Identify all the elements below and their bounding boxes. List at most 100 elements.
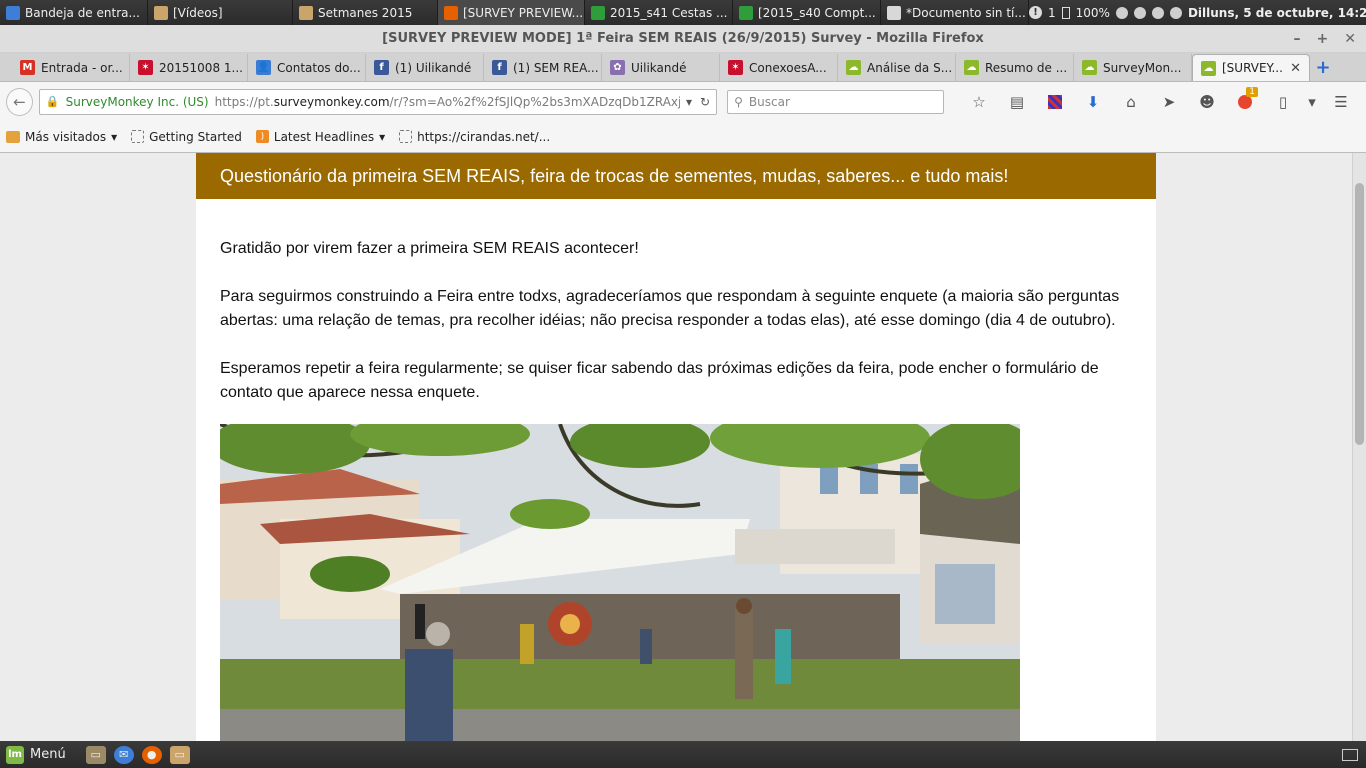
tab-strip: M Entrada - or... ✶ 20151008 1... 👤 Contatos … bbox=[0, 53, 1366, 82]
extension-grid-icon[interactable] bbox=[1036, 89, 1074, 115]
bookmark-label: Latest Headlines bbox=[273, 129, 375, 144]
browser-tab[interactable]: f (1) Uilikandé bbox=[366, 54, 484, 81]
addon-icon[interactable]: 1 bbox=[1226, 86, 1264, 115]
clipboard-icon[interactable]: ▯ bbox=[1264, 89, 1302, 115]
search-placeholder: Buscar bbox=[748, 94, 790, 109]
os-task-button[interactable]: Setmanes 2015 bbox=[293, 0, 438, 25]
tab-label: Resumo de ... bbox=[985, 60, 1068, 75]
bookmark-item[interactable]: ) Latest Headlines ▾ bbox=[255, 129, 385, 144]
home-icon[interactable]: ⌂ bbox=[1112, 89, 1150, 115]
browser-tab[interactable]: ☁ Análise da S... bbox=[838, 54, 956, 81]
update-manager-icon[interactable] bbox=[1151, 6, 1164, 19]
volume-icon[interactable] bbox=[1133, 6, 1146, 19]
surveymonkey-icon: ☁ bbox=[1082, 60, 1097, 75]
folder-icon bbox=[6, 130, 20, 143]
thunderbird-icon bbox=[6, 5, 20, 20]
bookmark-item[interactable]: Getting Started bbox=[131, 130, 242, 144]
survey-header: Questionário da primeira SEM REAIS, feir… bbox=[196, 153, 1156, 199]
file-manager-launcher-icon[interactable]: ▭ bbox=[169, 745, 190, 764]
linux-mint-icon: lm bbox=[6, 745, 24, 764]
browser-tab[interactable]: 👤 Contatos do... bbox=[248, 54, 366, 81]
os-task-button[interactable]: [2015_s40 Compt... bbox=[733, 0, 881, 25]
survey-intro: Gratidão por virem fazer a primeira SEM … bbox=[196, 199, 1156, 405]
show-desktop-launcher-icon[interactable]: ▭ bbox=[85, 745, 106, 764]
bookmarks-toolbar: Más visitados ▾ Getting Started ) Latest Hea… bbox=[0, 121, 1366, 153]
padlock-icon[interactable]: 🔒 bbox=[46, 95, 60, 108]
facebook-icon: f bbox=[492, 60, 507, 75]
browser-tab[interactable]: ☁ SurveyMon... bbox=[1074, 54, 1192, 81]
browser-tab[interactable]: f (1) SEM REA... bbox=[484, 54, 602, 81]
reading-list-icon[interactable]: ▤ bbox=[998, 89, 1036, 115]
notification-icon[interactable]: ! bbox=[1029, 6, 1042, 19]
url-text[interactable]: https://pt.surveymonkey.com/r/?sm=Ao%2f%… bbox=[215, 95, 680, 109]
wifi-icon[interactable] bbox=[1115, 6, 1128, 19]
menu-dropdown-icon[interactable]: ▾ bbox=[1302, 89, 1322, 115]
os-task-button[interactable]: 2015_s41 Cestas ... bbox=[585, 0, 733, 25]
shield-icon[interactable] bbox=[1169, 6, 1182, 19]
os-task-button[interactable]: [SURVEY PREVIEW... bbox=[438, 0, 585, 25]
notification-count: 1 bbox=[1048, 5, 1056, 20]
navigation-toolbar: ← 🔒 SurveyMonkey Inc. (US) https://pt.su… bbox=[0, 82, 1366, 121]
clock[interactable]: Dilluns, 5 de octubre, 14:28 bbox=[1188, 6, 1366, 20]
surveymonkey-icon: ☁ bbox=[964, 60, 979, 75]
scrollbar-thumb[interactable] bbox=[1355, 183, 1364, 445]
tab-label: (1) Uilikandé bbox=[395, 60, 472, 75]
intro-paragraph: Gratidão por virem fazer a primeira SEM … bbox=[220, 240, 639, 257]
os-task-list: Bandeja de entra... [Vídeos] Setmanes 2015… bbox=[0, 0, 1029, 25]
browser-tab[interactable]: ✶ 20151008 1... bbox=[130, 54, 248, 81]
close-tab-icon[interactable]: ✕ bbox=[1290, 61, 1301, 76]
surveymonkey-icon: ☁ bbox=[846, 60, 861, 75]
send-icon[interactable]: ➤ bbox=[1150, 89, 1188, 115]
window-title: [SURVEY PREVIEW MODE] 1ª Feira SEM REAIS… bbox=[382, 31, 984, 46]
browser-tab[interactable]: ✿ Uilikandé bbox=[602, 54, 720, 81]
folder-icon bbox=[154, 5, 168, 20]
bookmark-item[interactable]: https://cirandas.net/... bbox=[399, 130, 550, 144]
os-task-button[interactable]: [Vídeos] bbox=[148, 0, 293, 25]
os-top-taskbar: Bandeja de entra... [Vídeos] Setmanes 2015… bbox=[0, 0, 1366, 25]
fair-photo bbox=[220, 424, 1020, 741]
site-identity[interactable]: SurveyMonkey Inc. (US) bbox=[66, 95, 209, 109]
gmail-icon: M bbox=[20, 60, 35, 75]
browser-tab[interactable]: ✶ ConexoesA... bbox=[720, 54, 838, 81]
battery-icon[interactable] bbox=[1061, 6, 1070, 19]
system-tray: ! 1 100% Dilluns, 5 de octubre, 14:28 bbox=[1029, 6, 1366, 20]
close-window-icon[interactable]: ✕ bbox=[1344, 31, 1356, 47]
chat-icon[interactable]: ☻ bbox=[1188, 89, 1226, 115]
toolbar-icons: ☆ ▤ ⬇ ⌂ ➤ ☻ 1 ▯ ▾ ☰ bbox=[960, 86, 1360, 115]
battery-level: 100% bbox=[1075, 5, 1110, 20]
os-task-button[interactable]: Bandeja de entra... bbox=[0, 0, 148, 25]
thunderbird-launcher-icon[interactable]: ✉ bbox=[113, 745, 134, 764]
history-dropdown-icon[interactable]: ▾ bbox=[686, 95, 692, 109]
workspace-switcher-icon[interactable] bbox=[1342, 748, 1358, 761]
url-bar[interactable]: 🔒 SurveyMonkey Inc. (US) https://pt.surv… bbox=[38, 88, 718, 115]
tab-label: SurveyMon... bbox=[1103, 60, 1182, 75]
start-menu-label: Menú bbox=[30, 747, 66, 762]
os-task-label: 2015_s41 Cestas ... bbox=[610, 5, 728, 20]
os-task-button[interactable]: *Documento sin tí... bbox=[881, 0, 1029, 25]
os-task-label: [Vídeos] bbox=[173, 5, 223, 20]
minimize-icon[interactable]: – bbox=[1294, 31, 1301, 47]
hamburger-menu-icon[interactable]: ☰ bbox=[1322, 89, 1360, 115]
firefox-launcher-icon[interactable]: ● bbox=[141, 745, 162, 764]
star-logo-icon: ✶ bbox=[728, 60, 743, 75]
bookmark-star-icon[interactable]: ☆ bbox=[960, 89, 998, 115]
reload-icon[interactable]: ↻ bbox=[700, 95, 710, 109]
downloads-icon[interactable]: ⬇ bbox=[1074, 89, 1112, 115]
url-prefix: https://pt. bbox=[214, 94, 274, 109]
vertical-scrollbar[interactable] bbox=[1352, 153, 1366, 741]
bookmark-icon bbox=[399, 130, 413, 143]
new-tab-button[interactable]: + bbox=[1310, 54, 1336, 81]
bookmark-item[interactable]: Más visitados ▾ bbox=[6, 130, 117, 144]
page-viewport: Questionário da primeira SEM REAIS, feir… bbox=[0, 153, 1352, 741]
url-path: /r/?sm=Ao%2f%2fSJlQp%2bs3mXADzqDb1ZRAxjb… bbox=[389, 94, 681, 109]
start-menu-button[interactable]: lm Menú bbox=[6, 745, 78, 764]
os-bottom-panel: lm Menú ▭ ✉ ● ▭ bbox=[0, 741, 1366, 768]
back-button[interactable]: ← bbox=[6, 87, 33, 116]
intro-paragraph: Para seguirmos construindo a Feira entre… bbox=[220, 288, 1120, 329]
browser-tab[interactable]: ☁ Resumo de ... bbox=[956, 54, 1074, 81]
tab-label: Contatos do... bbox=[277, 60, 361, 75]
search-field[interactable]: ⚲ Buscar bbox=[727, 89, 945, 114]
maximize-icon[interactable]: + bbox=[1317, 31, 1329, 47]
browser-tab[interactable]: M Entrada - or... bbox=[12, 54, 130, 81]
browser-tab[interactable]: ☁ [SURVEY... ✕ bbox=[1192, 54, 1310, 81]
